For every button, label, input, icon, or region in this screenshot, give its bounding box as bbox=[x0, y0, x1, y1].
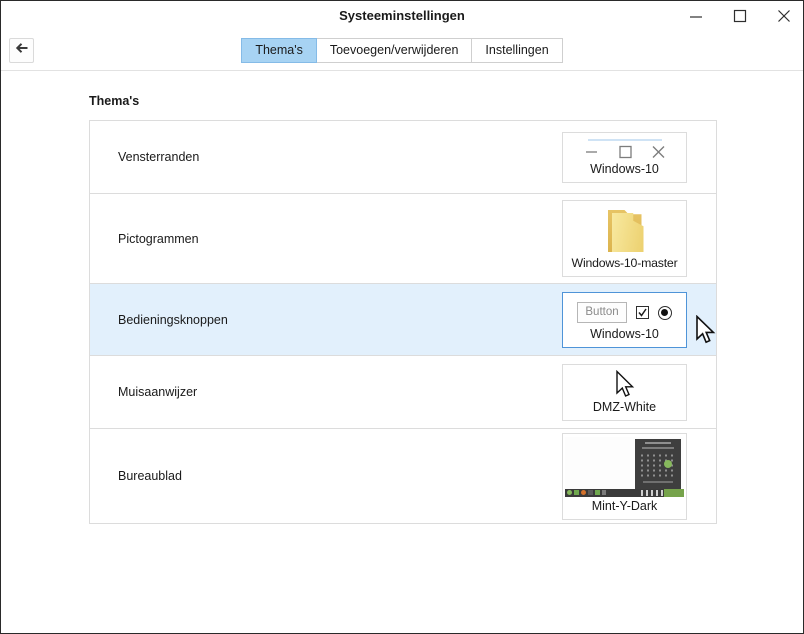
tab-themas[interactable]: Thema's bbox=[241, 38, 317, 63]
settings-window: Systeeminstellingen bbox=[0, 0, 804, 634]
tab-label: Thema's bbox=[255, 43, 303, 57]
radio-selected-icon bbox=[658, 306, 672, 320]
close-icon bbox=[777, 9, 791, 23]
tab-bar: Thema's Toevoegen/verwijderen Instelling… bbox=[1, 38, 803, 63]
row-label: Bureaublad bbox=[118, 469, 182, 483]
maximize-icon bbox=[733, 9, 747, 23]
taskbar-icon bbox=[588, 490, 593, 495]
titlebar: Systeeminstellingen bbox=[1, 1, 803, 30]
theme-value: Windows-10 bbox=[563, 327, 686, 341]
taskbar-icon bbox=[574, 490, 579, 495]
theme-value: Windows-10 bbox=[563, 162, 686, 176]
widget-demo: Button bbox=[563, 301, 686, 325]
toolbar: Thema's Toevoegen/verwijderen Instelling… bbox=[1, 30, 803, 71]
taskbar-icon bbox=[567, 490, 572, 495]
window-borders-preview[interactable]: Windows-10 bbox=[562, 132, 687, 183]
tab-label: Instellingen bbox=[485, 43, 548, 57]
calendar-subheader-line bbox=[642, 447, 674, 449]
row-label: Bedieningsknoppen bbox=[118, 313, 228, 327]
calendar-applet-preview bbox=[635, 439, 681, 489]
minimize-icon bbox=[689, 9, 703, 23]
taskbar-icon bbox=[581, 490, 586, 495]
calendar-selected-day bbox=[664, 460, 672, 468]
desktop-theme-preview[interactable]: Mint-Y-Dark bbox=[562, 433, 687, 520]
clock-preview bbox=[664, 489, 684, 497]
radio-dot bbox=[661, 309, 668, 316]
row-bedieningsknoppen[interactable]: Bedieningsknoppen Button Windows-10 bbox=[90, 283, 716, 355]
cursor-icon bbox=[563, 370, 686, 398]
system-tray-preview bbox=[641, 490, 663, 496]
themes-list: Vensterranden Windows-10 Pictogrammen bbox=[89, 120, 717, 524]
cursor-theme-preview[interactable]: DMZ-White bbox=[562, 364, 687, 421]
tab-toevoegen-verwijderen[interactable]: Toevoegen/verwijderen bbox=[316, 38, 473, 63]
theme-value: Mint-Y-Dark bbox=[563, 499, 686, 513]
minimize-button[interactable] bbox=[688, 8, 703, 23]
theme-value: DMZ-White bbox=[563, 400, 686, 414]
tab-instellingen[interactable]: Instellingen bbox=[471, 38, 562, 63]
taskbar-icon bbox=[602, 490, 606, 495]
content-area: Thema's Vensterranden Windows-10 bbox=[1, 94, 803, 524]
row-vensterranden[interactable]: Vensterranden Windows-10 bbox=[90, 121, 716, 193]
row-pictogrammen[interactable]: Pictogrammen Windows-10-master bbox=[90, 193, 716, 283]
close-button[interactable] bbox=[776, 8, 791, 23]
maximize-button[interactable] bbox=[732, 8, 747, 23]
window-title: Systeeminstellingen bbox=[1, 1, 803, 30]
page-title: Thema's bbox=[89, 94, 803, 108]
row-label: Pictogrammen bbox=[118, 232, 199, 246]
theme-value: Windows-10-master bbox=[563, 256, 686, 270]
folder-icon bbox=[604, 208, 646, 254]
calendar-header-line bbox=[645, 442, 671, 444]
tab-label: Toevoegen/verwijderen bbox=[330, 43, 459, 57]
window-controls bbox=[688, 1, 791, 30]
icons-theme-preview[interactable]: Windows-10-master bbox=[562, 200, 687, 277]
demo-button: Button bbox=[577, 302, 626, 324]
desktop-preview-image bbox=[565, 437, 684, 497]
checkbox-checked-icon bbox=[636, 306, 649, 319]
row-bureaublad[interactable]: Bureaublad bbox=[90, 428, 716, 523]
titlebar-accent-line bbox=[588, 139, 662, 141]
window-buttons-preview-icons bbox=[582, 143, 668, 160]
row-label: Muisaanwijzer bbox=[118, 385, 197, 399]
calendar-footer-line bbox=[643, 481, 673, 483]
taskbar-icon bbox=[595, 490, 600, 495]
controls-theme-preview[interactable]: Button Windows-10 bbox=[562, 292, 687, 348]
row-muisaanwijzer[interactable]: Muisaanwijzer DMZ-White bbox=[90, 355, 716, 428]
row-label: Vensterranden bbox=[118, 150, 199, 164]
